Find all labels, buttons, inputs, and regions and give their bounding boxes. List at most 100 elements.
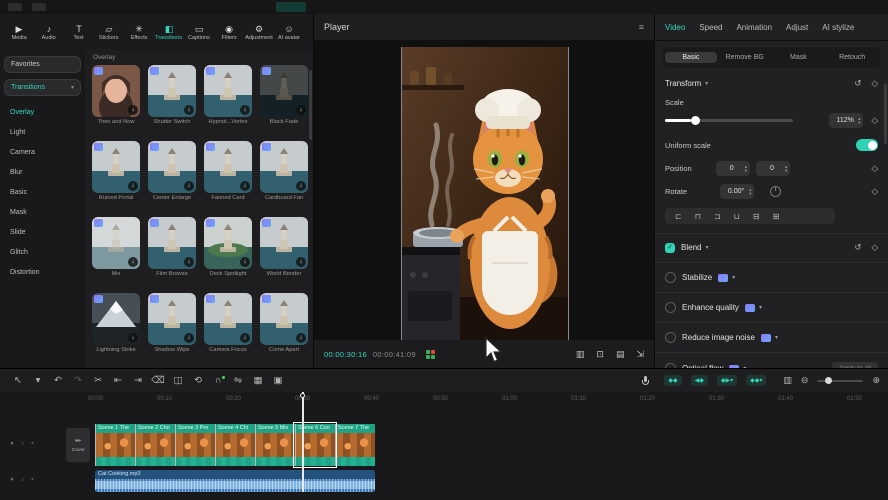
aspect-ratio-button[interactable]: ▥: [576, 349, 585, 360]
fullscreen-button[interactable]: ⇲: [636, 349, 644, 360]
clip-scene-4[interactable]: Scene 4 Chi: [215, 424, 255, 466]
redo-button[interactable]: ↷: [68, 375, 88, 386]
magnet-button[interactable]: ∩: [208, 375, 228, 386]
noise-chevron-icon[interactable]: ▾: [775, 334, 778, 341]
lock-track-icon[interactable]: ▪: [31, 440, 33, 447]
lock-track-icon[interactable]: ▪: [31, 476, 33, 483]
reverse-button[interactable]: ⟲: [188, 375, 208, 386]
inspector-scrollbar[interactable]: [884, 84, 887, 144]
reduce-noise-checkbox[interactable]: [665, 332, 676, 343]
download-icon[interactable]: ↓: [128, 333, 138, 343]
download-icon[interactable]: ↓: [296, 181, 306, 191]
rotate-keyframe-icon[interactable]: ◇: [871, 186, 878, 197]
keyframe-menu-button[interactable]: ◆◆▾: [746, 375, 766, 386]
transition-card[interactable]: ↓ Camera Focus: [204, 293, 252, 353]
subtab-retouch[interactable]: Retouch: [826, 52, 878, 63]
ribbon-tab-effects[interactable]: ✳ Effects: [124, 24, 154, 41]
subtab-remove-bg[interactable]: Remove BG: [719, 52, 771, 63]
position-y-field[interactable]: 0 ▴▾: [756, 161, 790, 176]
enhance-quality-checkbox[interactable]: [665, 302, 676, 313]
clip-scene-5[interactable]: Scene 5 Mix: [255, 424, 295, 466]
rotate-value-field[interactable]: 0.00° ▴▾: [720, 184, 754, 199]
align-right-icon[interactable]: ⊐: [714, 212, 721, 221]
transition-card[interactable]: ↓ World Bender: [260, 217, 308, 277]
download-icon[interactable]: ↓: [128, 105, 138, 115]
transition-card[interactable]: ↓ Then and Now: [92, 65, 140, 125]
category-slide[interactable]: Slide: [4, 222, 81, 242]
transition-card[interactable]: ↓ Come Apart: [260, 293, 308, 353]
align-top-icon[interactable]: ⊔: [734, 212, 740, 221]
position-keyframe-icon[interactable]: ◇: [871, 163, 878, 174]
ribbon-tab-text[interactable]: T Text: [64, 24, 94, 41]
ribbon-tab-stickers[interactable]: ▱ Stickers: [94, 24, 124, 41]
tab-speed[interactable]: Speed: [699, 23, 722, 32]
delete-button[interactable]: ⌫: [148, 375, 168, 386]
transition-card[interactable]: ↓ Center Enlarge: [148, 141, 196, 201]
record-voiceover-button[interactable]: [642, 376, 649, 386]
transition-card[interactable]: ↓ Black Fade: [260, 65, 308, 125]
transition-card[interactable]: ↓ Shadow Wipe: [148, 293, 196, 353]
crop-button[interactable]: ▦: [248, 375, 268, 386]
audio-track[interactable]: Cat Cooking.mp3: [95, 470, 375, 492]
category-distortion[interactable]: Distortion: [4, 262, 81, 282]
clip-scene-7[interactable]: Scene 7 The: [335, 424, 375, 466]
download-icon[interactable]: ↓: [240, 105, 250, 115]
scale-value-field[interactable]: 112% ▴▾: [829, 113, 863, 128]
category-basic[interactable]: Basic: [4, 182, 81, 202]
ribbon-tab-adjustment[interactable]: ⚙ Adjustment: [244, 24, 274, 41]
download-icon[interactable]: ↓: [184, 181, 194, 191]
ribbon-tab-filters[interactable]: ◉ Filters: [214, 24, 244, 41]
select-tool-button[interactable]: ↖: [8, 375, 28, 386]
timeline-zoom-in-button[interactable]: ⊕: [872, 375, 880, 386]
stabilize-checkbox[interactable]: [665, 272, 676, 283]
preview-canvas[interactable]: [314, 40, 654, 340]
keyframe-icon[interactable]: ◇: [871, 78, 878, 89]
keyframe-prev-button[interactable]: ◀◆: [691, 375, 708, 386]
keyframe-pair-button[interactable]: ◆◆: [664, 375, 681, 386]
transition-card[interactable]: ↓ Deck Spotlight: [204, 217, 252, 277]
player-menu-icon[interactable]: ≡: [639, 22, 644, 32]
download-icon[interactable]: ↓: [296, 333, 306, 343]
scale-slider[interactable]: [665, 119, 793, 122]
hide-track-icon[interactable]: ●: [10, 476, 14, 483]
clip-scene-2[interactable]: Scene 2 Cho: [135, 424, 175, 466]
download-icon[interactable]: ↓: [296, 257, 306, 267]
download-icon[interactable]: ↓: [240, 181, 250, 191]
stabilize-chevron-icon[interactable]: ▾: [732, 274, 735, 281]
clip-scene-3[interactable]: Scene 3 Pre: [175, 424, 215, 466]
resolution-button[interactable]: ▤: [616, 349, 625, 360]
download-icon[interactable]: ↓: [128, 181, 138, 191]
freeze-frame-button[interactable]: ◫: [168, 375, 188, 386]
blend-keyframe-icon[interactable]: ◇: [871, 242, 878, 253]
download-icon[interactable]: ↓: [296, 105, 306, 115]
rotate-dial-icon[interactable]: [770, 186, 781, 197]
ribbon-tab-audio[interactable]: ♪ Audio: [34, 24, 64, 41]
tool-menu-chevron[interactable]: ▾: [28, 375, 48, 386]
transition-card[interactable]: ↓ Shutter Switch: [148, 65, 196, 125]
download-icon[interactable]: ↓: [184, 333, 194, 343]
ribbon-tab-transitions[interactable]: ◧ Transitions: [154, 24, 184, 41]
download-icon[interactable]: ↓: [128, 257, 138, 267]
category-mask[interactable]: Mask: [4, 202, 81, 222]
grid-scrollbar[interactable]: [309, 70, 312, 140]
category-camera[interactable]: Camera: [4, 142, 81, 162]
fit-screen-button[interactable]: ⊡: [596, 349, 604, 360]
ribbon-tab-ai-avatar[interactable]: ☺ AI avatar: [274, 24, 304, 41]
mute-track-icon[interactable]: ♪: [21, 440, 24, 447]
scale-keyframe-icon[interactable]: ◇: [871, 115, 878, 126]
position-x-field[interactable]: 0 ▴▾: [716, 161, 750, 176]
timeline-zoom-slider[interactable]: [817, 380, 863, 382]
tab-adjust[interactable]: Adjust: [786, 23, 808, 32]
transition-card[interactable]: ↓ Lightning Strike: [92, 293, 140, 353]
timeline-ruler[interactable]: 00:0000:1000:2000:3000:4000:5001:0001:10…: [0, 392, 888, 409]
favorites-button[interactable]: Favorites: [4, 56, 81, 73]
transition-card[interactable]: ↓ Ruined Portal: [92, 141, 140, 201]
split-button[interactable]: ✂: [88, 375, 108, 386]
download-icon[interactable]: ↓: [184, 257, 194, 267]
subtab-basic[interactable]: Basic: [665, 52, 717, 63]
app-menu-icon[interactable]: [8, 3, 22, 11]
reset-icon[interactable]: ↺: [854, 78, 861, 89]
ribbon-tab-captions[interactable]: ▭ Captions: [184, 24, 214, 41]
video-frame[interactable]: [401, 47, 569, 340]
subtab-mask[interactable]: Mask: [773, 52, 825, 63]
